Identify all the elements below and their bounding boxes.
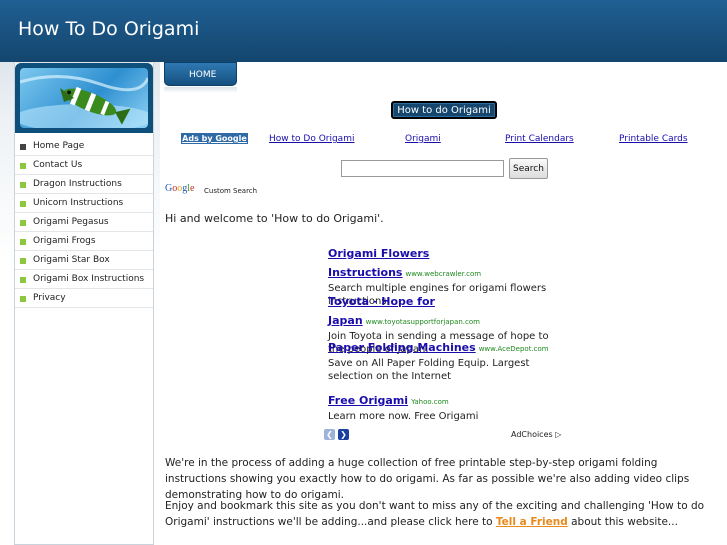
sidebar-item-label: Privacy	[33, 293, 66, 303]
ad-link-origami[interactable]: Origami	[405, 134, 441, 144]
sidebar-nav: Home Page Contact Us Dragon Instructions…	[15, 137, 153, 308]
adchoices-label: AdChoices	[511, 430, 553, 439]
bullet-icon	[20, 182, 26, 188]
sidebar-item-origami-box-instructions[interactable]: Origami Box Instructions	[15, 270, 153, 289]
sidebar-item-label: Origami Frogs	[33, 236, 96, 246]
paragraph-text: about this website...	[567, 516, 678, 528]
bullet-icon	[20, 220, 26, 226]
ad-unit: Free Origami Yahoo.com Learn more now. Fr…	[328, 389, 568, 423]
sidebar: Home Page Contact Us Dragon Instructions…	[14, 63, 154, 545]
ad-url[interactable]: www.toyotasupportforjapan.com	[366, 318, 480, 326]
ad-title[interactable]: Paper Folding Machines	[328, 341, 476, 354]
intro-paragraph: We're in the process of adding a huge co…	[165, 457, 690, 501]
bullet-icon	[20, 163, 26, 169]
ad-url[interactable]: Yahoo.com	[411, 398, 449, 406]
sidebar-item-origami-frogs[interactable]: Origami Frogs	[15, 232, 153, 251]
ad-url[interactable]: www.webcrawler.com	[405, 270, 481, 278]
tell-a-friend-link[interactable]: Tell a Friend	[496, 516, 568, 528]
ad-unit: Paper Folding Machines www.AceDepot.com S…	[328, 336, 568, 383]
bookmark-paragraph: Enjoy and bookmark this site as you don'…	[165, 498, 721, 530]
tab-shadow	[164, 87, 237, 93]
adchoices-icon: ▷	[555, 430, 562, 439]
ad-link-how-to-do-origami[interactable]: How to Do Origami	[269, 134, 354, 144]
bullet-icon	[20, 258, 26, 264]
page-tag-badge[interactable]: How to do Origami	[391, 101, 497, 119]
ad-prev-arrow-icon[interactable]: ❮	[324, 429, 335, 440]
bullet-icon	[20, 296, 26, 302]
sidebar-item-dragon-instructions[interactable]: Dragon Instructions	[15, 175, 153, 194]
sidebar-item-privacy[interactable]: Privacy	[15, 289, 153, 308]
bullet-icon	[20, 239, 26, 245]
sidebar-header	[15, 63, 153, 133]
clownfish-banner-image	[20, 68, 148, 128]
ad-link-printable-cards[interactable]: Printable Cards	[619, 134, 688, 144]
bullet-icon	[20, 144, 26, 150]
bullet-icon	[20, 201, 26, 207]
site-title[interactable]: How To Do Origami	[18, 18, 199, 40]
google-logo: Google	[165, 183, 195, 194]
sidebar-item-label: Home Page	[33, 141, 85, 151]
page-tag-label: How to do Origami	[397, 105, 491, 116]
custom-search-label: Custom Search	[204, 187, 258, 195]
search-button[interactable]: Search	[509, 158, 548, 179]
ad-link-print-calendars[interactable]: Print Calendars	[505, 134, 574, 144]
sidebar-item-label: Unicorn Instructions	[33, 198, 124, 208]
sidebar-item-origami-star-box[interactable]: Origami Star Box	[15, 251, 153, 270]
sidebar-item-label: Contact Us	[33, 160, 83, 170]
sidebar-item-label: Origami Box Instructions	[33, 274, 145, 284]
site-header: How To Do Origami	[0, 0, 727, 62]
sidebar-item-label: Origami Star Box	[33, 255, 110, 265]
ad-next-arrow-icon[interactable]: ❯	[338, 429, 349, 440]
ad-description: Save on All Paper Folding Equip. Largest…	[328, 358, 530, 382]
ad-description: Learn more now. Free Origami	[328, 411, 479, 422]
adchoices-link[interactable]: AdChoices ▷	[511, 430, 561, 439]
ads-by-google-label[interactable]: Ads by Google	[181, 133, 248, 144]
welcome-text: Hi and welcome to 'How to do Origami'.	[165, 212, 384, 225]
sidebar-item-label: Dragon Instructions	[33, 179, 122, 189]
ad-url[interactable]: www.AceDepot.com	[479, 345, 549, 353]
sidebar-item-origami-pegasus[interactable]: Origami Pegasus	[15, 213, 153, 232]
home-tab-label: HOME	[189, 70, 217, 80]
bullet-icon	[20, 277, 26, 283]
home-tab[interactable]: HOME	[164, 62, 237, 86]
sidebar-item-home-page[interactable]: Home Page	[15, 137, 153, 156]
sidebar-item-contact-us[interactable]: Contact Us	[15, 156, 153, 175]
ad-title[interactable]: Free Origami	[328, 394, 408, 407]
sidebar-item-label: Origami Pegasus	[33, 217, 109, 227]
sidebar-item-unicorn-instructions[interactable]: Unicorn Instructions	[15, 194, 153, 213]
search-input[interactable]	[341, 160, 504, 177]
